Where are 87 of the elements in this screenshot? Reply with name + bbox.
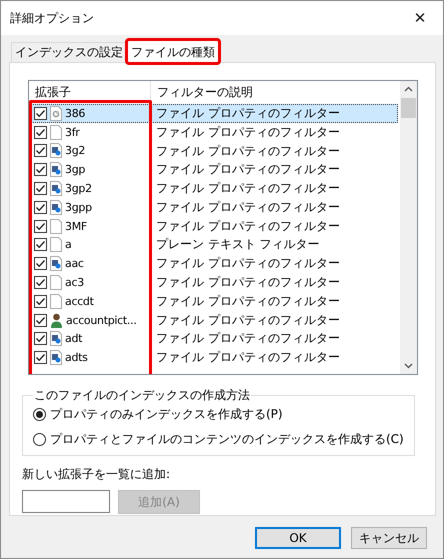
media-file-icon bbox=[50, 331, 62, 346]
checkbox[interactable] bbox=[34, 163, 47, 176]
column-header[interactable]: 拡張子 bbox=[29, 81, 151, 103]
extension-text: 3gpp bbox=[65, 200, 92, 214]
extension-text: accdt bbox=[65, 294, 94, 308]
media-file-icon bbox=[50, 256, 62, 272]
extension-text: aac bbox=[65, 257, 84, 270]
checkbox[interactable] bbox=[34, 200, 47, 214]
filter-text: ファイル プロパティのフィルター bbox=[156, 274, 340, 291]
checkbox[interactable] bbox=[34, 332, 47, 346]
extension-text: 3MF bbox=[65, 220, 87, 233]
extension-text: 3g2 bbox=[65, 144, 86, 158]
checkbox[interactable] bbox=[34, 106, 47, 120]
dialog-button[interactable]: OK bbox=[255, 527, 341, 549]
filter-text: ファイル プロパティのフィルター bbox=[156, 161, 340, 178]
extension-text: adts bbox=[65, 351, 88, 364]
extension-text: 3fr bbox=[65, 126, 80, 139]
list-row[interactable]: 3g2 ファイル プロパティのフィルター bbox=[30, 142, 398, 160]
checkbox[interactable] bbox=[34, 294, 47, 308]
column-header[interactable]: フィルターの説明 bbox=[151, 81, 400, 103]
file-icon bbox=[50, 294, 62, 309]
radio-option[interactable]: プロパティのみインデックスを作成する(P) bbox=[33, 406, 404, 423]
media-file-icon bbox=[50, 143, 62, 158]
filter-text: ファイル プロパティのフィルター bbox=[156, 255, 340, 272]
checkbox[interactable] bbox=[34, 144, 47, 158]
filter-text: ファイル プロパティのフィルター bbox=[156, 105, 340, 122]
list-row[interactable]: accountpict... ファイル プロパティのフィルター bbox=[30, 310, 398, 330]
filter-text: ファイル プロパティのフィルター bbox=[156, 292, 340, 310]
list-row[interactable]: 3gp ファイル プロパティのフィルター bbox=[30, 160, 398, 180]
checkbox[interactable] bbox=[34, 182, 47, 196]
media-file-icon bbox=[50, 350, 62, 366]
media-file-icon bbox=[50, 200, 62, 215]
group-title: このファイルのインデックスの作成方法 bbox=[33, 387, 251, 404]
list-row[interactable]: 3gpp ファイル プロパティのフィルター bbox=[30, 198, 398, 217]
radio-label: プロパティのみインデックスを作成する(P) bbox=[50, 406, 283, 423]
list-row[interactable]: a プレーン テキスト フィルター bbox=[30, 236, 398, 254]
list-row[interactable]: 386 ファイル プロパティのフィルター bbox=[30, 104, 398, 123]
tab[interactable]: ファイルの種類 bbox=[127, 40, 219, 63]
media-file-icon bbox=[50, 181, 62, 196]
file-icon bbox=[50, 124, 62, 140]
filter-text: プレーン テキスト フィルター bbox=[156, 236, 320, 254]
tab[interactable]: インデックスの設定 bbox=[11, 42, 127, 62]
filter-text: ファイル プロパティのフィルター bbox=[156, 349, 340, 366]
checkbox[interactable] bbox=[34, 314, 47, 327]
scrollbar[interactable] bbox=[400, 81, 417, 374]
file-icon bbox=[50, 218, 62, 234]
extension-input-field[interactable] bbox=[22, 490, 110, 513]
field-label: 新しい拡張子を一覧に追加: bbox=[22, 466, 172, 483]
checkbox[interactable] bbox=[34, 257, 47, 270]
checkbox[interactable] bbox=[34, 220, 47, 233]
settings-file-icon bbox=[50, 106, 62, 121]
radio-button[interactable] bbox=[33, 433, 46, 446]
list-row[interactable]: ac3 ファイル プロパティのフィルター bbox=[30, 273, 398, 292]
file-icon bbox=[50, 237, 62, 252]
checkbox[interactable] bbox=[34, 351, 47, 364]
list-row[interactable]: adts ファイル プロパティのフィルター bbox=[30, 348, 398, 368]
dialog-button[interactable]: キャンセル bbox=[351, 527, 427, 549]
scrollbar-thumb[interactable] bbox=[401, 98, 416, 118]
checkbox[interactable] bbox=[34, 276, 47, 290]
window-title: 詳細オプション bbox=[10, 10, 94, 26]
filter-text: ファイル プロパティのフィルター bbox=[156, 330, 340, 348]
filter-text: ファイル プロパティのフィルター bbox=[156, 124, 340, 141]
checkbox[interactable] bbox=[34, 126, 47, 139]
filter-text: ファイル プロパティのフィルター bbox=[156, 218, 340, 235]
list-row[interactable]: adt ファイル プロパティのフィルター bbox=[30, 330, 398, 348]
list-row[interactable]: 3gp2 ファイル プロパティのフィルター bbox=[30, 179, 398, 198]
media-file-icon bbox=[50, 162, 62, 178]
radio-button[interactable] bbox=[33, 408, 46, 421]
extension-text: a bbox=[65, 238, 72, 252]
extension-text: 3gp bbox=[65, 163, 86, 176]
user-icon bbox=[50, 312, 63, 328]
extension-text: accountpict... bbox=[66, 314, 137, 327]
list-row[interactable]: 3fr ファイル プロパティのフィルター bbox=[30, 122, 398, 142]
close-button[interactable]: ✕ bbox=[397, 1, 443, 35]
checkbox[interactable] bbox=[34, 238, 47, 252]
extension-text: 3gp2 bbox=[65, 182, 92, 196]
extension-text: adt bbox=[65, 332, 82, 346]
extension-text: 386 bbox=[65, 106, 86, 120]
filter-text: ファイル プロパティのフィルター bbox=[156, 142, 340, 160]
list-row[interactable]: aac ファイル プロパティのフィルター bbox=[30, 254, 398, 274]
extension-text: ac3 bbox=[65, 276, 84, 290]
file-icon bbox=[50, 275, 62, 290]
filter-text: ファイル プロパティのフィルター bbox=[156, 180, 340, 197]
list-row[interactable]: accdt ファイル プロパティのフィルター bbox=[30, 292, 398, 311]
list-row[interactable]: 3MF ファイル プロパティのフィルター bbox=[30, 216, 398, 236]
filter-text: ファイル プロパティのフィルター bbox=[156, 312, 340, 329]
filter-text: ファイル プロパティのフィルター bbox=[156, 198, 340, 216]
